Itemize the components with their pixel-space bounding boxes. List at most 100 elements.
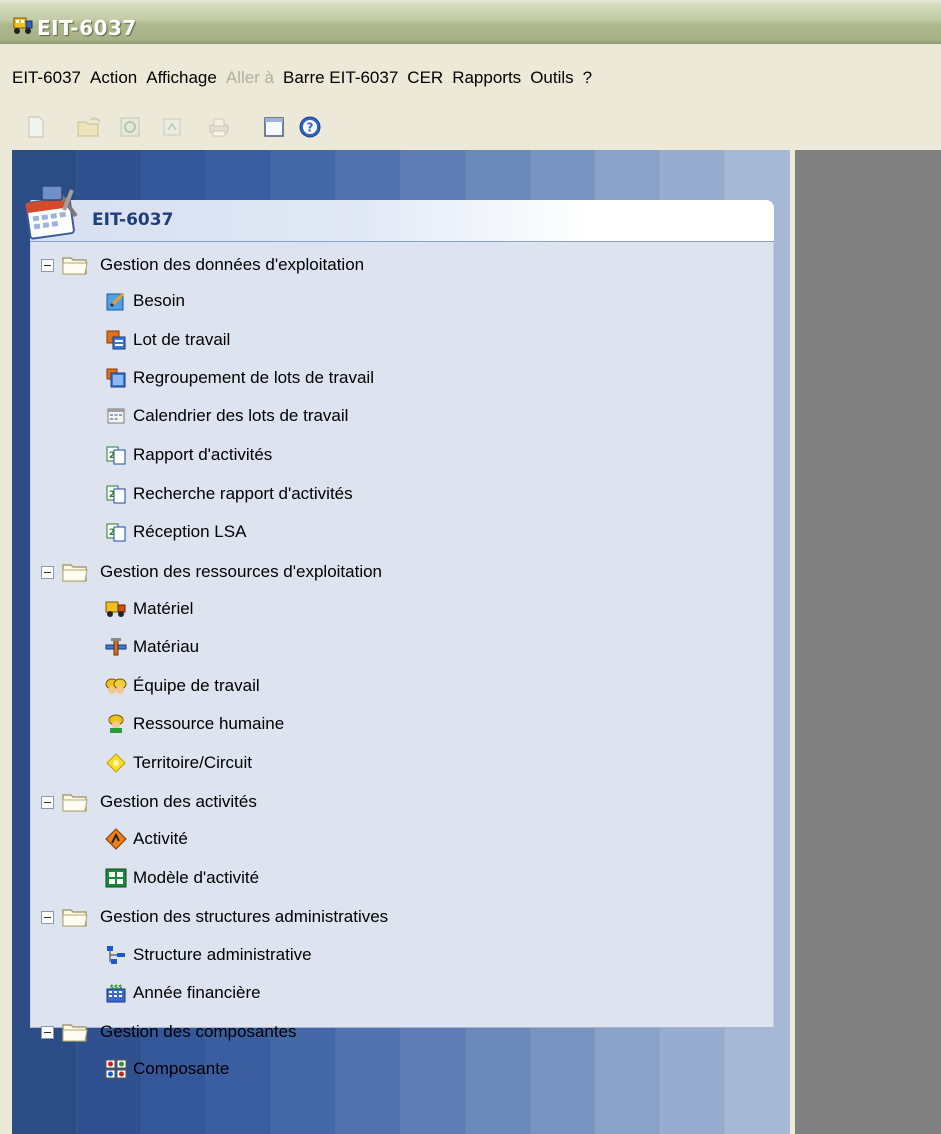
menu-rapports[interactable]: Rapports xyxy=(452,68,521,88)
tree-item-label: Regroupement de lots de travail xyxy=(133,368,374,387)
window-title: EIT-6037 xyxy=(37,16,137,40)
tree-item[interactable]: Ressource humaine xyxy=(105,710,284,738)
tree-item[interactable]: $$$ Année financière xyxy=(105,979,261,1007)
window-icon xyxy=(264,117,284,137)
tree-item-label: Structure administrative xyxy=(133,945,312,964)
edit-note-icon xyxy=(105,290,127,312)
menu-aller-a: Aller à xyxy=(225,68,275,87)
calendar-tools-icon xyxy=(25,185,78,240)
roadwork-sign-icon xyxy=(105,828,127,850)
svg-text:2: 2 xyxy=(109,528,115,538)
panel-header[interactable]: EIT-6037 xyxy=(30,200,774,242)
tree-item[interactable]: 2 Recherche rapport d'activités xyxy=(105,480,353,508)
menu-action[interactable]: Action xyxy=(90,68,137,88)
menu-affichage[interactable]: Affichage xyxy=(146,68,217,88)
new-document-button[interactable] xyxy=(22,113,50,141)
tree-item-label: Réception LSA xyxy=(133,522,247,541)
panel-title: EIT-6037 xyxy=(92,210,174,230)
navigation-tree: Gestion des données d'exploitation Besoi… xyxy=(30,242,774,1079)
tree-group[interactable]: Gestion des structures administratives xyxy=(41,903,388,931)
menu-barre[interactable]: Barre EIT-6037 xyxy=(283,68,398,88)
worker-icon xyxy=(105,713,127,735)
tree-group-label: Gestion des structures administratives xyxy=(100,907,389,926)
menu-help[interactable]: ? xyxy=(583,68,592,88)
window-button[interactable] xyxy=(260,113,288,141)
content-pane xyxy=(795,150,941,1134)
collapse-toggle[interactable] xyxy=(41,565,54,579)
collapse-toggle[interactable] xyxy=(41,795,54,809)
tree-item-label: Matériau xyxy=(133,637,200,656)
svg-text:$$$: $$$ xyxy=(110,984,123,991)
tree-item[interactable]: 2 Réception LSA xyxy=(105,518,246,546)
tree-group-label: Gestion des données d'exploitation xyxy=(100,255,365,274)
properties-icon xyxy=(163,118,181,136)
tree-item[interactable]: Besoin xyxy=(105,287,185,315)
tree-group[interactable]: Gestion des activités xyxy=(41,788,257,816)
tree-item[interactable]: Territoire/Circuit xyxy=(105,749,252,777)
tree-group[interactable]: Gestion des composantes xyxy=(41,1018,297,1046)
work-team-icon xyxy=(105,675,127,697)
folder-icon xyxy=(62,1024,88,1042)
collapse-toggle[interactable] xyxy=(41,258,54,272)
pipe-icon xyxy=(105,636,127,658)
tree-item[interactable]: Calendrier des lots de travail xyxy=(105,402,348,430)
new-document-icon xyxy=(28,116,44,138)
report-receive-icon: 2 xyxy=(105,521,127,543)
tree-item-label: Année financière xyxy=(133,983,261,1002)
help-icon: ? xyxy=(299,116,321,138)
svg-text:2: 2 xyxy=(109,451,115,461)
menu-eit[interactable]: EIT-6037 xyxy=(12,68,81,88)
lot-group-icon xyxy=(105,367,127,389)
open-button[interactable] xyxy=(75,113,103,141)
collapse-toggle[interactable] xyxy=(41,910,54,924)
tree-item-label: Besoin xyxy=(133,291,185,310)
tree-group[interactable]: Gestion des données d'exploitation xyxy=(41,251,364,279)
report-icon: 2 xyxy=(105,444,127,466)
tree-item[interactable]: Activité xyxy=(105,825,188,853)
budget-icon: $$$ xyxy=(105,982,127,1004)
tree-item[interactable]: Lot de travail xyxy=(105,326,230,354)
org-chart-icon xyxy=(105,944,127,966)
collapse-toggle[interactable] xyxy=(41,1025,54,1039)
menu-bar: EIT-6037 Action Affichage Aller à Barre … xyxy=(0,64,941,92)
tree-item-label: Modèle d'activité xyxy=(133,868,260,887)
menu-cer[interactable]: CER xyxy=(407,68,443,88)
tree-item[interactable]: Modèle d'activité xyxy=(105,864,259,892)
print-button[interactable] xyxy=(205,113,233,141)
calendar-icon xyxy=(105,405,127,427)
tree-item-label: Matériel xyxy=(133,599,194,618)
tree-item-label: Ressource humaine xyxy=(133,714,285,733)
tree-item[interactable]: 2 Rapport d'activités xyxy=(105,441,272,469)
tree-item-label: Rapport d'activités xyxy=(133,445,273,464)
help-button[interactable]: ? xyxy=(296,113,324,141)
menu-outils[interactable]: Outils xyxy=(530,68,573,88)
tree-item[interactable]: Regroupement de lots de travail xyxy=(105,364,374,392)
tree-item-label: Équipe de travail xyxy=(133,676,260,695)
folder-icon xyxy=(62,257,88,275)
tree-item[interactable]: Composante xyxy=(105,1055,229,1083)
toolbar: ? xyxy=(0,107,941,145)
tree-item-label: Recherche rapport d'activités xyxy=(133,484,353,503)
tree-item[interactable]: Équipe de travail xyxy=(105,672,260,700)
refresh-icon xyxy=(120,117,140,137)
tree-item-label: Activité xyxy=(133,829,188,848)
tree-item[interactable]: Matériel xyxy=(105,595,193,623)
tree-item-label: Calendrier des lots de travail xyxy=(133,406,349,425)
tree-group-label: Gestion des activités xyxy=(100,792,257,811)
tree-group-label: Gestion des composantes xyxy=(100,1022,297,1041)
work-lot-icon xyxy=(105,329,127,351)
activity-template-icon xyxy=(105,867,127,889)
folder-icon xyxy=(62,909,88,927)
tree-item-label: Territoire/Circuit xyxy=(133,753,253,772)
tree-item[interactable]: Matériau xyxy=(105,633,199,661)
refresh-button[interactable] xyxy=(116,113,144,141)
open-icon xyxy=(77,117,101,137)
truck-icon xyxy=(105,598,127,620)
tree-item-label: Composante xyxy=(133,1059,230,1078)
print-icon xyxy=(209,118,229,137)
tree-group-label: Gestion des ressources d'exploitation xyxy=(100,562,383,581)
properties-button[interactable] xyxy=(158,113,186,141)
svg-text:2: 2 xyxy=(109,490,115,500)
tree-item[interactable]: Structure administrative xyxy=(105,941,312,969)
tree-group[interactable]: Gestion des ressources d'exploitation xyxy=(41,558,382,586)
